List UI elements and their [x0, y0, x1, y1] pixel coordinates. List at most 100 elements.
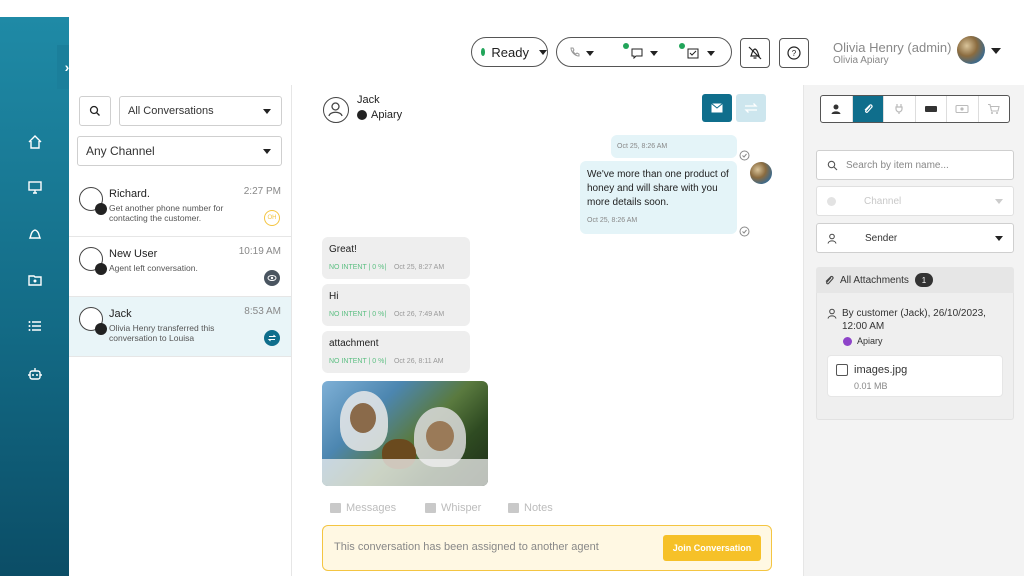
avatar [79, 307, 107, 335]
mute-notifications-button[interactable] [740, 38, 770, 68]
intent-label: NO INTENT | 0 %| [329, 358, 387, 365]
search-button[interactable] [79, 96, 111, 126]
help-button[interactable]: ? [779, 38, 809, 68]
avatar [79, 187, 107, 215]
conversation-time: 2:27 PM [243, 186, 281, 197]
conversation-list: All Conversations Any Channel Richard. 2… [69, 85, 292, 576]
home-icon[interactable] [24, 131, 46, 153]
message-meta: NO INTENT | 0 %| Oct 26, 8:11 AM [329, 358, 444, 365]
sender-select[interactable]: Sender [816, 223, 1014, 253]
chevron-down-icon[interactable] [650, 51, 658, 56]
conversation-time: 10:19 AM [238, 246, 281, 257]
chevron-down-icon [995, 236, 1003, 241]
status-dropdown[interactable]: Ready [471, 37, 548, 67]
help-icon: ? [787, 46, 801, 60]
image-attachment[interactable] [322, 381, 488, 486]
user-org: Olivia Apiary [833, 55, 889, 66]
list-item[interactable]: New User 10:19 AM Agent left conversatio… [69, 237, 291, 297]
transfer-icon[interactable] [264, 330, 280, 346]
chevron-down-icon[interactable] [586, 51, 594, 56]
list-item[interactable]: Jack 8:53 AM Olivia Henry transferred th… [69, 297, 291, 357]
join-conversation-button[interactable]: Join Conversation [663, 535, 761, 561]
read-check-icon [739, 224, 750, 242]
bell-icon[interactable] [24, 223, 46, 245]
person-icon [827, 308, 837, 319]
chevron-down-icon[interactable] [991, 48, 1001, 54]
email-icon[interactable] [687, 47, 699, 62]
tab-notes[interactable]: Notes [508, 502, 553, 514]
email-button[interactable] [702, 94, 732, 122]
ticket-icon [924, 106, 937, 112]
details-panel: Search by item name... Channel Sender Al… [803, 85, 1024, 576]
conversation-filter-label: All Conversations [128, 105, 214, 117]
conversation-name: Richard. [109, 188, 150, 200]
folder-icon[interactable] [24, 269, 46, 291]
conversation-filter-select[interactable]: All Conversations [119, 96, 282, 126]
tab-tickets[interactable] [916, 96, 947, 122]
message-bubble-outgoing: Oct 25, 8:26 AM [611, 135, 737, 158]
intent-label: NO INTENT | 0 %| [329, 311, 387, 318]
message-text: We've more than one product of honey and… [587, 169, 729, 208]
tab-integrations[interactable] [884, 96, 916, 122]
top-bar: Ready ? Olivia Henry (admin) Olivia Apia… [69, 17, 1024, 85]
attachment-channel-label: Apiary [857, 336, 883, 346]
attachment-sender-text: By customer (Jack), 26/10/2023, 12:00 AM [842, 308, 986, 332]
person-icon [831, 104, 841, 114]
status-label: Ready [491, 44, 529, 60]
transfer-button[interactable] [736, 94, 766, 122]
channel-status-group [556, 37, 732, 67]
eye-icon[interactable] [264, 270, 280, 286]
envelope-icon [711, 103, 723, 113]
channel-filter-select[interactable]: Any Channel [77, 136, 282, 166]
monitor-icon[interactable] [24, 176, 46, 198]
attachment-channel: Apiary [843, 336, 883, 346]
transfer-icon [744, 103, 758, 113]
channel-icon [827, 196, 836, 206]
tab-label: Whisper [441, 502, 482, 514]
paperclip-icon [864, 104, 873, 113]
chat-status-dot-icon [623, 43, 629, 49]
message-bubble-outgoing: We've more than one product of honey and… [580, 161, 737, 234]
tab-media[interactable] [947, 96, 979, 122]
attachment-search-input[interactable]: Search by item name... [816, 150, 1014, 180]
file-size: 0.01 MB [854, 381, 888, 391]
attachments-header[interactable]: All Attachments 1 [816, 267, 1014, 293]
channel-select[interactable]: Channel [816, 186, 1014, 216]
details-tabs [820, 95, 1010, 123]
message-time: Oct 25, 8:26 AM [617, 143, 668, 150]
bot-icon[interactable] [24, 363, 46, 385]
conversation-time: 8:53 AM [244, 306, 281, 317]
user-name: Olivia Henry (admin) [833, 40, 952, 55]
email-status-dot-icon [679, 43, 685, 49]
tab-orders[interactable] [979, 96, 1010, 122]
tab-messages[interactable]: Messages [330, 502, 396, 514]
contact-channel-label: Apiary [371, 109, 403, 121]
phone-icon[interactable] [569, 46, 581, 61]
attachments-label: All Attachments [840, 274, 909, 286]
chat-icon[interactable] [631, 47, 643, 62]
conversation-name: Jack [109, 308, 132, 320]
app-root: › Ready ? Olivia Henry (admin) Olivia Ap… [0, 0, 1024, 576]
channel-select-label: Channel [864, 195, 902, 207]
message-bubble-incoming: Hi NO INTENT | 0 %| Oct 26, 7:49 AM [322, 284, 470, 326]
avatar [323, 97, 349, 123]
media-icon [955, 104, 969, 114]
tab-whisper[interactable]: Whisper [425, 502, 481, 514]
tab-label: Messages [346, 502, 397, 514]
attachment-group: By customer (Jack), 26/10/2023, 12:00 AM… [816, 293, 1014, 420]
tab-attachments[interactable] [852, 96, 884, 122]
message-meta: NO INTENT | 0 %| Oct 26, 7:49 AM [329, 311, 444, 318]
message-bubble-incoming: Great! NO INTENT | 0 %| Oct 25, 8:27 AM [322, 237, 470, 279]
avatar[interactable] [957, 36, 985, 64]
contact-channel: Apiary [357, 109, 402, 121]
tab-contact[interactable] [821, 96, 853, 122]
list-item[interactable]: Richard. 2:27 PM Get another phone numbe… [69, 177, 291, 237]
attachment-file[interactable]: images.jpg 0.01 MB [827, 355, 1003, 397]
cart-icon [988, 103, 1000, 114]
chevron-down-icon[interactable] [707, 51, 715, 56]
image-file-icon [836, 364, 848, 376]
assigned-notice: This conversation has been assigned to a… [322, 525, 772, 571]
conversation-preview: Olivia Henry transferred this conversati… [109, 323, 215, 343]
list-icon[interactable] [24, 315, 46, 337]
person-icon [827, 233, 837, 244]
